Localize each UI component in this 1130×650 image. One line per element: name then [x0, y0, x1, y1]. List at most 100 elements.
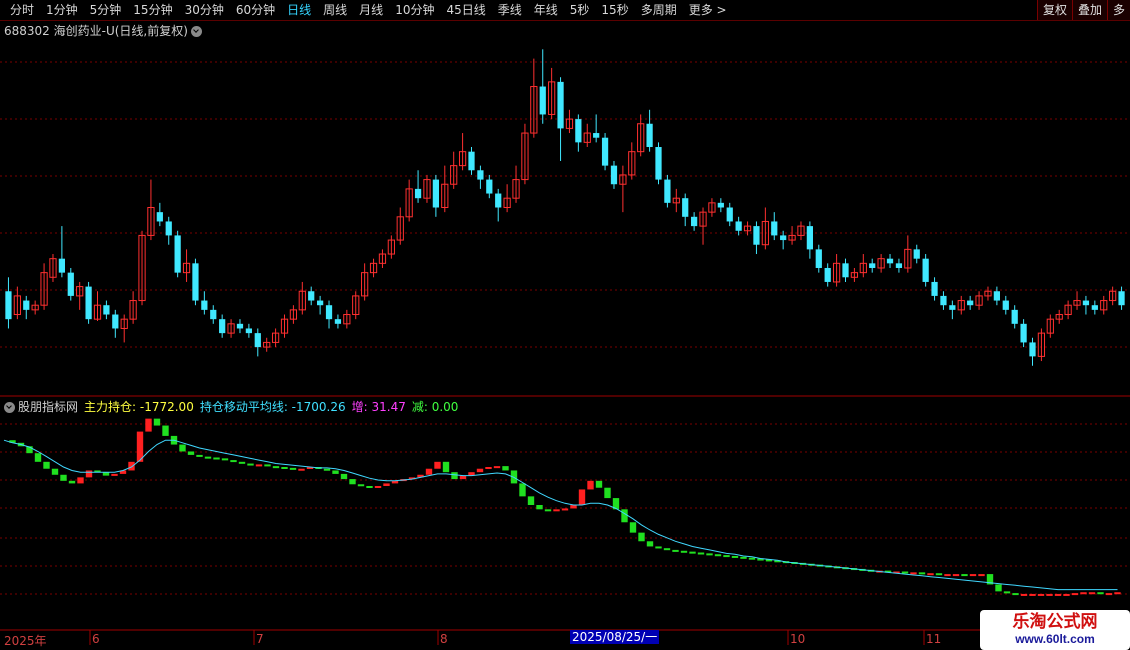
indicator-bar — [204, 456, 212, 459]
candle-body — [1011, 309, 1018, 324]
indicator-bar — [570, 505, 577, 509]
candle-body — [58, 258, 65, 273]
indicator-bar — [927, 573, 934, 576]
candle-body — [23, 300, 30, 310]
indicator-bar — [1012, 593, 1019, 596]
price-chart[interactable] — [0, 0, 1130, 650]
indicator-bar — [1071, 593, 1079, 596]
indicator-bar — [901, 571, 909, 574]
indicator-bar — [638, 532, 645, 542]
candle-body — [1082, 300, 1090, 306]
main-holding-label: 主力持仓: -1772.00 — [84, 400, 194, 414]
indicator-bar — [196, 454, 203, 457]
candle-body — [103, 305, 110, 315]
axis-label-3: 8 — [440, 632, 448, 646]
indicator-bar — [680, 550, 688, 553]
candle-body — [254, 333, 261, 348]
indicator-bar — [34, 453, 42, 462]
indicator-bar — [238, 461, 246, 464]
indicator-bar — [544, 509, 552, 512]
indicator-bar — [349, 479, 356, 485]
candle-body — [922, 258, 929, 282]
candle-body — [593, 133, 600, 138]
selected-date: 2025/08/25/一 — [570, 630, 660, 644]
indicator-bar — [68, 480, 76, 484]
axis-label-1: 6 — [92, 632, 100, 646]
candle-body — [967, 300, 974, 306]
indicator-bar — [961, 574, 968, 577]
indicator-bar — [646, 541, 654, 547]
axis-label-2: 7 — [256, 632, 264, 646]
indicator-bar — [663, 548, 671, 551]
candle-body — [610, 165, 618, 185]
indicator-bar — [1020, 593, 1028, 596]
indicator-bar — [145, 418, 152, 432]
candle-body — [5, 291, 12, 320]
indicator-bar — [536, 505, 543, 510]
indicator-ma-line — [3, 439, 1118, 591]
indicator-bar — [621, 509, 628, 523]
indicator-bar — [357, 484, 365, 487]
candle-body — [557, 81, 564, 129]
candle-body — [949, 305, 956, 310]
indicator-bar — [706, 553, 713, 556]
decrease-label: 减: 0.00 — [411, 400, 459, 414]
candle-body — [210, 309, 217, 320]
indicator-bar — [476, 468, 484, 473]
indicator-bar — [527, 496, 535, 505]
indicator-bar — [332, 470, 339, 474]
candle-body — [682, 198, 689, 217]
candle-body — [735, 221, 742, 231]
candle-body — [664, 179, 671, 203]
indicator-bar — [723, 555, 730, 558]
indicator-bar — [442, 461, 450, 473]
indicator-bar — [1029, 593, 1036, 596]
indicator-bar — [740, 556, 747, 559]
indicator-bar — [1088, 592, 1096, 595]
watermark: 乐淘公式网 www.60lt.com — [980, 610, 1130, 650]
candle-body — [886, 258, 894, 264]
indicator-bar — [714, 554, 722, 557]
candle-body — [495, 193, 502, 208]
indicator-bar — [230, 460, 237, 463]
increase-label: 增: 31.47 — [351, 400, 406, 414]
indicator-bar — [1114, 592, 1121, 595]
indicator-bar — [969, 574, 977, 577]
indicator-bar — [459, 475, 467, 480]
indicator-bar — [425, 468, 433, 475]
indicator-bar — [383, 483, 390, 486]
candle-body — [869, 263, 876, 268]
chevron-down-icon[interactable] — [4, 402, 15, 413]
indicator-bar — [51, 468, 59, 475]
axis-label-0: 2025年 — [4, 634, 47, 648]
indicator-bar — [995, 584, 1002, 592]
candle-body — [655, 147, 662, 180]
indicator-bar — [187, 451, 195, 455]
indicator-bar — [595, 480, 603, 488]
candle-body — [824, 267, 831, 282]
indicator-bar — [697, 552, 705, 555]
indicator-bar — [213, 457, 220, 460]
indicator-bar — [289, 467, 297, 470]
indicator-bar — [153, 418, 161, 426]
indicator-bar — [221, 458, 229, 461]
indicator-bar — [272, 466, 280, 469]
indicator-bar — [629, 522, 637, 533]
candle-body — [112, 314, 119, 329]
indicator-bar — [366, 486, 373, 488]
indicator-bar — [85, 470, 93, 478]
indicator-bar — [918, 572, 926, 575]
candle-body — [156, 212, 163, 222]
axis-label-4: 10 — [790, 632, 806, 646]
candle-body — [646, 123, 653, 148]
indicator-bar — [655, 546, 662, 549]
candle-body — [468, 151, 475, 171]
indicator-bar — [553, 509, 560, 512]
indicator-name: 股朋指标网 — [18, 400, 79, 414]
indicator-bar — [689, 551, 696, 554]
candle-body — [601, 137, 609, 166]
watermark-title: 乐淘公式网 — [1012, 612, 1098, 632]
indicator-bar — [77, 477, 84, 484]
indicator-bar — [1037, 593, 1045, 596]
candle-body — [726, 207, 733, 222]
